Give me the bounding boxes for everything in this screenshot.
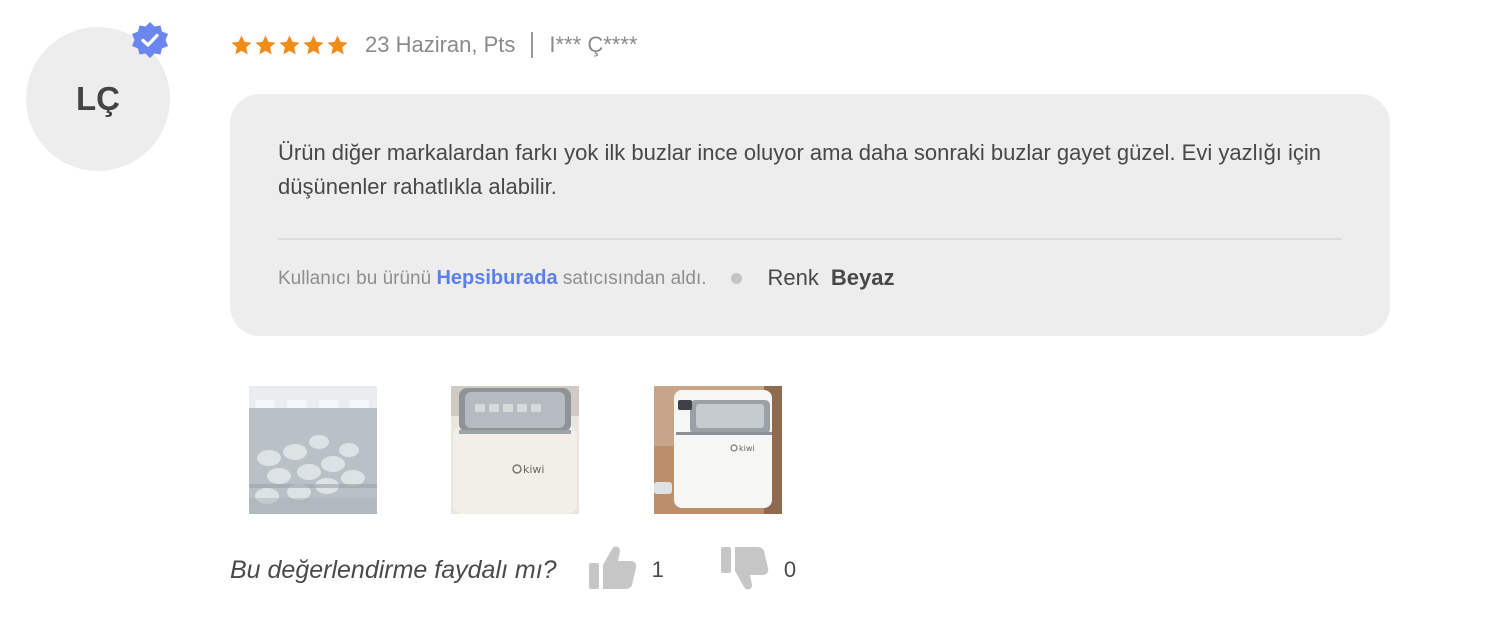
svg-text:kiwi: kiwi [523,463,544,476]
photo-ice-cubes[interactable] [249,386,377,514]
seller-prefix: Kullanıcı bu ürünü [278,267,432,289]
star-icon [255,34,276,54]
review-meta: Kullanıcı bu ürünü Hepsiburada satıcısın… [278,262,895,294]
review-author: I*** Ç**** [549,32,638,57]
helpful-section: Bu değerlendirme faydalı mı? 1 0 [230,546,796,592]
review-header: 23 Haziran, Pts I*** Ç**** [230,28,637,62]
color-label: Renk [767,265,819,290]
star-icon [231,34,252,54]
helpful-question: Bu değerlendirme faydalı mı? [230,555,557,584]
star-icon [279,34,300,54]
bubble-divider [278,238,1342,240]
star-icon [327,34,348,54]
like-count: 1 [651,557,664,582]
review-bubble: Ürün diğer markalardan farkı yok ilk buz… [230,94,1390,336]
star-icon [303,34,324,54]
avatar-initials: LÇ [76,80,120,117]
dislike-button[interactable]: 0 [719,545,796,596]
review-comment: Ürün diğer markalardan farkı yok ilk buz… [278,140,1322,199]
thumbs-down-icon [719,545,769,596]
seller-link[interactable]: Hepsiburada [436,267,557,289]
star-rating [230,34,349,57]
seller-suffix: satıcısından aldı. [562,267,707,289]
svg-text:kiwi: kiwi [739,444,755,453]
photo-ice-maker-side[interactable]: kiwi [654,386,782,514]
photo-ice-maker-front[interactable]: kiwi [451,386,579,514]
like-button[interactable]: 1 [587,545,664,596]
seller-info: Kullanıcı bu ürünü Hepsiburada satıcısın… [278,267,707,290]
header-separator [531,32,534,58]
color-value: Beyaz [830,265,895,290]
verified-check-icon [130,21,170,61]
meta-dot [730,272,742,284]
thumbs-up-icon [587,545,637,596]
review-date: 23 Haziran, Pts [365,32,516,57]
dislike-count: 0 [783,557,797,582]
